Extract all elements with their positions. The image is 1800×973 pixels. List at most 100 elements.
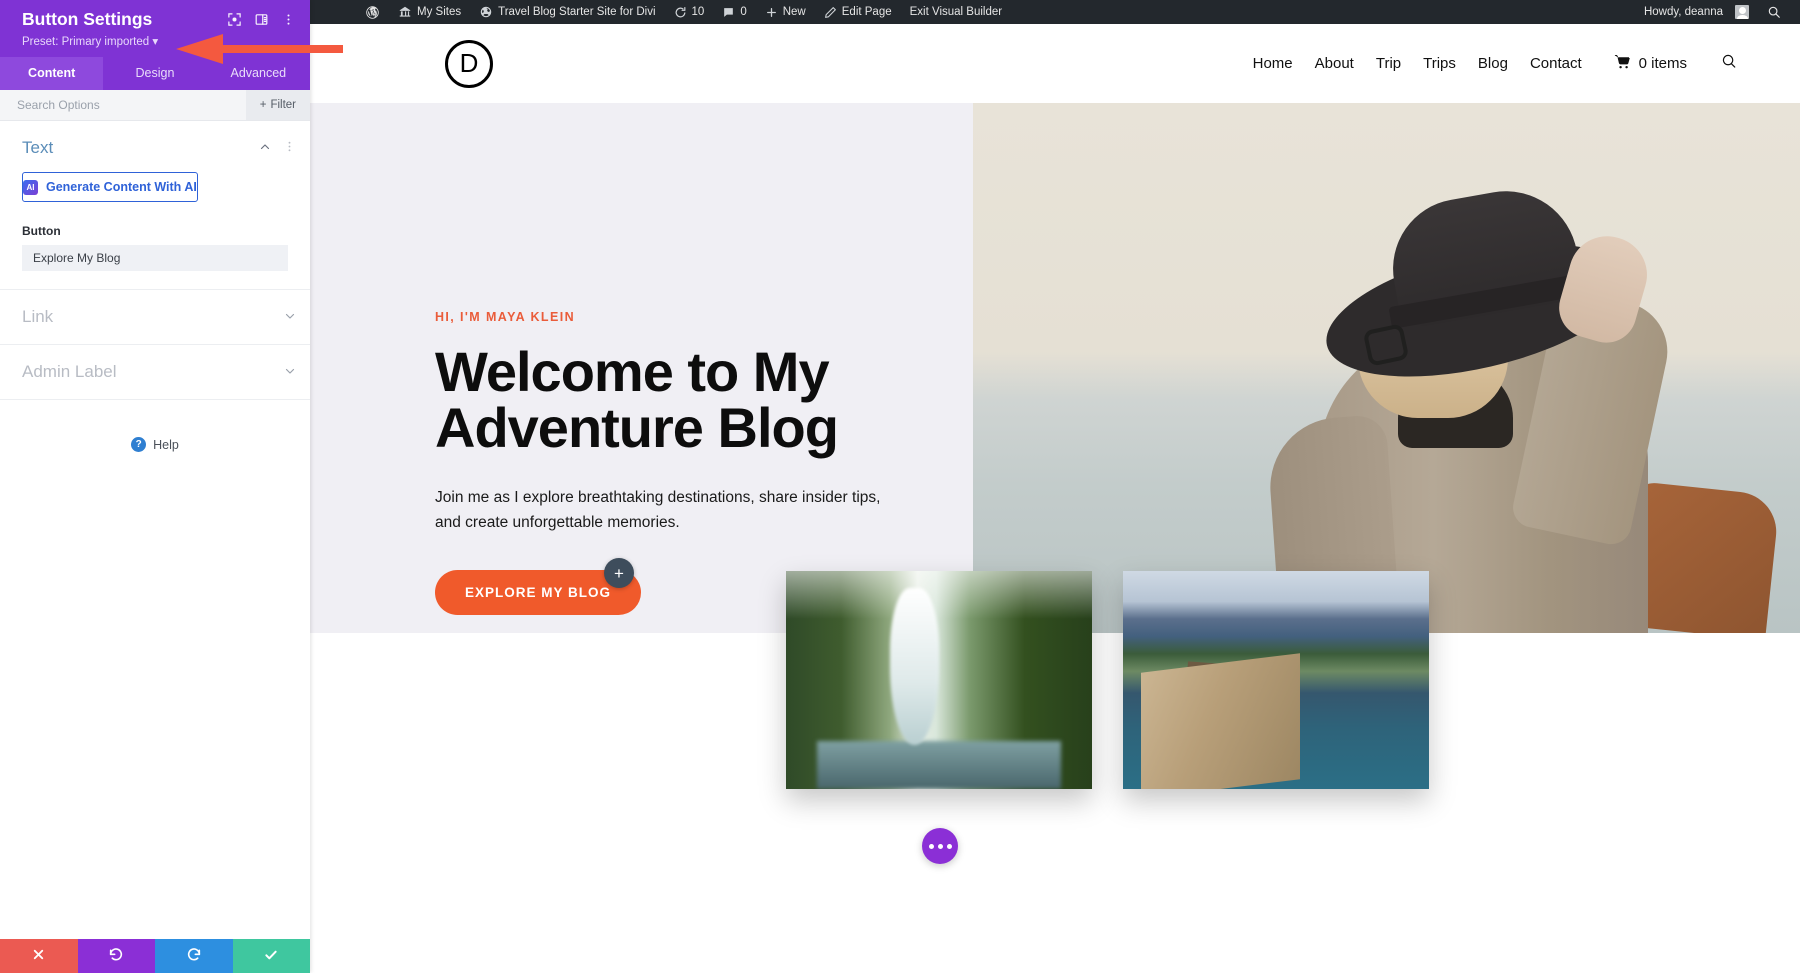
admin-bar-search[interactable]: [1758, 0, 1790, 24]
plus-icon: +: [614, 563, 624, 583]
avatar: [1735, 5, 1749, 19]
hero-title-line-2: Adventure Blog: [435, 396, 839, 459]
save-button[interactable]: [232, 939, 310, 973]
help-link[interactable]: ? Help: [0, 437, 310, 452]
pencil-icon: [824, 6, 837, 19]
chevron-down-icon[interactable]: [284, 365, 296, 380]
tab-advanced[interactable]: Advanced: [207, 57, 310, 90]
preset-selector[interactable]: Preset: Primary imported ▾: [22, 34, 296, 57]
updates-icon: [674, 6, 687, 19]
gallery-image-lake-dock[interactable]: [1123, 571, 1429, 789]
panel-header-icons: [227, 9, 296, 27]
hero-photo-woman-with-hat: [973, 103, 1800, 633]
wordpress-icon: [365, 5, 380, 20]
add-module-button[interactable]: +: [604, 558, 634, 588]
undo-button[interactable]: [77, 939, 155, 973]
nav-item-contact[interactable]: Contact: [1530, 55, 1582, 72]
ellipsis-dot: [937, 843, 943, 849]
section-text-header[interactable]: Text: [0, 121, 310, 172]
panel-body: Text AI Generate Content With AI Button …: [0, 121, 310, 939]
nav-item-about[interactable]: About: [1315, 55, 1354, 72]
target-icon[interactable]: [227, 12, 242, 27]
visual-builder-canvas: D Home About Trip Trips Blog Contact 0 i…: [310, 24, 1800, 973]
gallery-image-waterfall[interactable]: [786, 571, 1092, 789]
layout-toggle-icon[interactable]: [254, 12, 269, 27]
ai-icon: AI: [23, 179, 38, 195]
divi-logo[interactable]: D: [445, 39, 493, 88]
nav-item-trips[interactable]: Trips: [1423, 55, 1456, 72]
admin-bar-exit-visual-builder[interactable]: Exit Visual Builder: [901, 0, 1011, 24]
admin-bar-edit-page[interactable]: Edit Page: [815, 0, 901, 24]
hero-eyebrow: HI, I'M MAYA KLEIN: [435, 310, 575, 324]
checkmark-icon: [263, 947, 279, 966]
section-text-menu-icon[interactable]: [283, 140, 296, 156]
discard-changes-button[interactable]: [0, 939, 78, 973]
preset-label: Preset: Primary imported: [22, 36, 150, 48]
waterfall-photo: [786, 571, 1092, 789]
panel-footer: [0, 939, 310, 973]
admin-bar-edit-page-label: Edit Page: [841, 6, 892, 18]
admin-bar-new[interactable]: New: [756, 0, 815, 24]
ellipsis-dot: [946, 843, 952, 849]
tab-design[interactable]: Design: [103, 57, 206, 90]
admin-bar-right-group: Howdy, deanna: [1635, 0, 1800, 24]
panel-title: Button Settings: [22, 9, 153, 29]
chevron-down-icon[interactable]: [284, 310, 296, 325]
screen: My Sites Travel Blog Starter Site for Di…: [0, 0, 1800, 973]
chevron-down-icon: ▾: [152, 36, 159, 48]
admin-bar-new-label: New: [782, 6, 806, 18]
chevron-up-icon[interactable]: [259, 141, 271, 156]
hero-title-line-1: Welcome to My: [435, 340, 830, 403]
admin-bar-comments[interactable]: 0: [713, 0, 755, 24]
admin-bar-comments-count: 0: [740, 6, 747, 18]
admin-bar-exit-label: Exit Visual Builder: [909, 6, 1003, 18]
my-sites-icon: [398, 5, 412, 19]
site-search-icon[interactable]: [1721, 53, 1738, 74]
admin-bar-my-sites-label: My Sites: [417, 6, 462, 18]
nav-item-home[interactable]: Home: [1253, 55, 1293, 72]
comments-icon: [722, 6, 735, 19]
howdy-label: Howdy, deanna: [1643, 6, 1723, 18]
cart-link[interactable]: 0 items: [1612, 53, 1687, 74]
wordpress-logo-menu[interactable]: [356, 0, 389, 24]
panel-header: Button Settings Preset: Primary imported…: [0, 0, 310, 57]
admin-bar-my-sites[interactable]: My Sites: [389, 0, 470, 24]
redo-button[interactable]: [155, 939, 233, 973]
primary-navigation: Home About Trip Trips Blog Contact 0 ite…: [1253, 53, 1738, 74]
hero-section: HI, I'M MAYA KLEIN Welcome to My Adventu…: [310, 103, 1800, 633]
tab-content[interactable]: Content: [0, 57, 104, 90]
cart-icon: [1612, 53, 1632, 74]
page-settings-button[interactable]: [922, 828, 958, 864]
nav-item-trip[interactable]: Trip: [1376, 55, 1401, 72]
gallery-section: [310, 571, 1800, 933]
admin-bar-howdy[interactable]: Howdy, deanna: [1635, 0, 1758, 24]
search-input[interactable]: [0, 90, 246, 120]
admin-bar-updates[interactable]: 10: [665, 0, 714, 24]
site-icon: [479, 5, 493, 19]
help-label: Help: [153, 437, 179, 452]
nav-item-blog[interactable]: Blog: [1478, 55, 1508, 72]
cart-items-count: 0 items: [1638, 55, 1687, 72]
admin-bar-site-name[interactable]: Travel Blog Starter Site for Divi: [470, 0, 664, 24]
section-admin-label-label: Admin Label: [22, 362, 117, 381]
close-icon: [31, 947, 46, 965]
lake-dock-photo: [1123, 571, 1429, 789]
search-options-row: + Filter: [0, 90, 310, 121]
plus-icon: +: [259, 99, 267, 111]
section-link[interactable]: Link: [0, 290, 310, 345]
search-icon: [1767, 5, 1781, 19]
section-text: Text AI Generate Content With AI Button …: [0, 121, 310, 290]
generate-content-with-ai-button[interactable]: AI Generate Content With AI: [22, 172, 198, 202]
section-text-label: Text: [22, 138, 54, 157]
filter-button[interactable]: + Filter: [245, 90, 310, 120]
ellipsis-dot: [928, 843, 934, 849]
admin-bar-updates-count: 10: [691, 6, 705, 18]
hero-subtitle: Join me as I explore breathtaking destin…: [435, 489, 881, 531]
section-link-label: Link: [22, 307, 54, 326]
kebab-menu-icon[interactable]: [281, 12, 296, 27]
button-field-label: Button: [22, 224, 61, 238]
site-header: D Home About Trip Trips Blog Contact 0 i…: [310, 24, 1800, 103]
button-text-input[interactable]: [22, 245, 288, 271]
section-admin-label[interactable]: Admin Label: [0, 345, 310, 400]
filter-label: Filter: [270, 99, 296, 111]
